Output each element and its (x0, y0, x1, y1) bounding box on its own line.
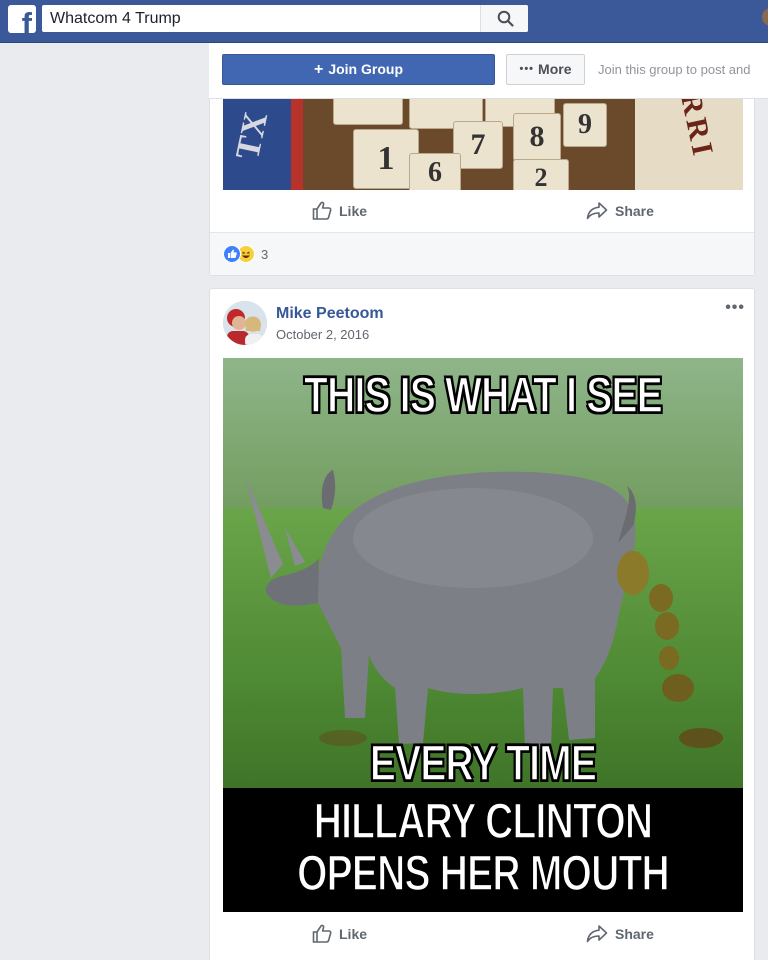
search-icon (497, 10, 514, 27)
more-button[interactable]: ••• More (506, 54, 585, 85)
post-card-previous: TX 1 7 8 9 6 2 RRI Like Share 3 (209, 99, 755, 276)
user-avatar[interactable] (762, 8, 768, 26)
post-actions-bar: Like Share (223, 913, 743, 955)
meme-caption-middle: EVERY TIME (369, 734, 597, 792)
thumbs-up-icon (312, 924, 332, 943)
share-arrow-icon (586, 202, 608, 220)
join-group-button[interactable]: + Join Group (222, 54, 495, 85)
post-image-meme[interactable]: THIS IS WHAT I SEE EVERY TIME HILLARY CL… (223, 358, 743, 912)
share-label: Share (615, 926, 654, 942)
post-actions-bar: Like Share (223, 190, 743, 232)
like-label: Like (339, 926, 368, 942)
image-block-number: 8 (513, 113, 561, 161)
search-input[interactable] (42, 5, 482, 32)
share-button[interactable]: Share (483, 913, 743, 955)
more-label: More (538, 61, 572, 77)
post-options-icon[interactable]: ••• (725, 299, 745, 317)
join-hint-text: Join this group to post and (598, 62, 751, 77)
meme-caption-bottom-line1: HILLARY CLINTON (313, 792, 654, 850)
facebook-f-icon[interactable]: f (8, 5, 36, 33)
join-group-label: Join Group (328, 61, 403, 77)
image-red-stripe (291, 99, 303, 190)
plus-icon: + (313, 61, 324, 78)
post-author-name[interactable]: Mike Peetoom (276, 305, 384, 323)
like-button[interactable]: Like (223, 190, 483, 232)
meme-caption-bottom-line2: OPENS HER MOUTH (296, 844, 670, 902)
image-block-number: 2 (513, 159, 569, 190)
image-block-number: 6 (409, 153, 461, 190)
group-header-strip: + Join Group ••• More Join this group to p… (209, 43, 768, 99)
post-image-number-blocks[interactable]: TX 1 7 8 9 6 2 RRI (223, 99, 743, 190)
thumbs-up-icon (312, 201, 332, 220)
share-label: Share (615, 203, 654, 219)
ellipsis-icon: ••• (519, 63, 535, 75)
author-avatar[interactable] (223, 301, 267, 345)
post-timestamp[interactable]: October 2, 2016 (276, 327, 369, 342)
search-button[interactable] (480, 5, 528, 32)
share-button[interactable]: Share (483, 190, 743, 232)
reaction-count[interactable]: 3 (261, 247, 268, 262)
search-box (42, 5, 528, 32)
image-block-number: 9 (563, 103, 607, 147)
reactions-summary[interactable]: 3 (210, 232, 754, 275)
post-card: Mike Peetoom October 2, 2016 ••• THIS IS… (209, 288, 755, 960)
like-reaction-icon (223, 245, 241, 263)
share-arrow-icon (586, 925, 608, 943)
like-button[interactable]: Like (223, 913, 483, 955)
image-block (333, 99, 403, 125)
meme-caption-top: THIS IS WHAT I SEE (303, 366, 663, 424)
top-navigation-bar: f (0, 0, 768, 43)
like-label: Like (339, 203, 368, 219)
